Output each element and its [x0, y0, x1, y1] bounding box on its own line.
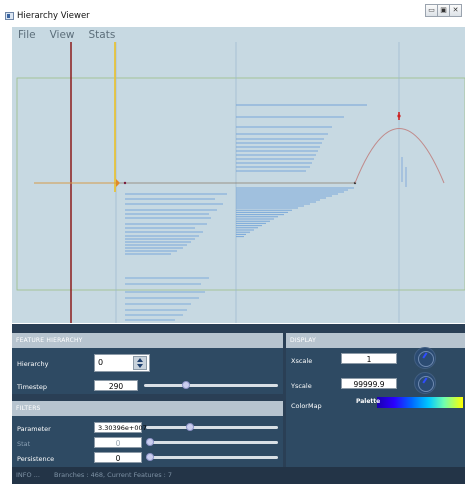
status-info: INFO ...: [16, 471, 40, 479]
parameter-slider-thumb[interactable]: [185, 423, 194, 431]
menu-stats[interactable]: Stats: [89, 29, 116, 41]
stat-label: Stat: [17, 440, 31, 448]
xscale-label: Xscale: [291, 357, 313, 365]
control-panels: FEATURE HIERARCHY Hierarchy 0 Timestep 2…: [12, 324, 465, 467]
status-text: INFO ... Branches : 468, Current Feature…: [16, 471, 184, 479]
spin-buttons[interactable]: [133, 356, 147, 370]
xscale-field[interactable]: 1: [341, 353, 397, 364]
branch-node[interactable]: [123, 181, 127, 185]
window-controls: ▭ ▣ ✕: [425, 4, 465, 18]
filters-panel: FILTERS Parameter 3.30396e+007 Stat 0 Pe…: [12, 401, 283, 467]
hierarchy-value: 0: [98, 358, 104, 367]
dial-needle-icon: [422, 377, 428, 384]
app-icon: [5, 12, 14, 20]
yscale-field[interactable]: 99999.9: [341, 378, 397, 389]
arrow-down-icon[interactable]: [137, 364, 143, 368]
filters-header: FILTERS: [12, 401, 283, 416]
title-bar: Hierarchy Viewer ▭ ▣ ✕: [0, 0, 467, 27]
persistence-slider[interactable]: [146, 453, 278, 461]
plot-frame: [16, 77, 465, 291]
yscale-dial[interactable]: [414, 372, 436, 394]
hierarchy-label: Hierarchy: [17, 360, 49, 368]
arrow-up-icon[interactable]: [137, 358, 143, 362]
feature-hierarchy-header: FEATURE HIERARCHY: [12, 333, 283, 348]
hierarchy-spinbox[interactable]: 0: [94, 354, 150, 372]
close-icon[interactable]: ✕: [449, 4, 462, 17]
display-panel: DISPLAY Xscale 1 Yscale 99999.9 ColorMap…: [286, 333, 465, 467]
timestep-label: Timestep: [17, 383, 47, 391]
stat-field[interactable]: 0: [94, 437, 142, 448]
timestep-slider-thumb[interactable]: [181, 381, 190, 389]
persistence-label: Persistence: [17, 455, 55, 463]
window-title: Hierarchy Viewer: [17, 11, 90, 21]
hierarchy-plot[interactable]: [12, 42, 465, 323]
stat-slider-thumb[interactable]: [146, 438, 154, 446]
branch-root-marker: [116, 179, 120, 187]
colormap-label: ColorMap: [291, 402, 322, 410]
parameter-field[interactable]: 3.30396e+007: [94, 422, 147, 433]
persistence-field[interactable]: 0: [94, 452, 142, 463]
feature-arc: [354, 128, 445, 184]
stat-slider[interactable]: [146, 438, 278, 446]
branch-bars: [125, 104, 367, 321]
palette-label: Palette: [356, 398, 381, 405]
xscale-dial[interactable]: [414, 347, 436, 369]
feature-hierarchy-panel: FEATURE HIERARCHY Hierarchy 0 Timestep 2…: [12, 333, 283, 394]
status-branches: Branches : 468, Current Features : 7: [53, 471, 173, 479]
menu-file[interactable]: File: [18, 29, 36, 41]
parameter-slider[interactable]: [146, 423, 278, 431]
dial-needle-icon: [422, 352, 428, 359]
timestep-slider[interactable]: [144, 381, 278, 389]
colormap-palette[interactable]: [377, 397, 463, 408]
hierarchy-canvas[interactable]: [12, 42, 465, 323]
yscale-label: Yscale: [291, 382, 312, 390]
parameter-label: Parameter: [17, 425, 51, 433]
display-header: DISPLAY: [286, 333, 465, 348]
timestep-field[interactable]: 290: [94, 380, 138, 391]
persistence-slider-thumb[interactable]: [146, 453, 154, 461]
status-bar: INFO ... Branches : 468, Current Feature…: [12, 467, 465, 484]
menu-bar: File View Stats: [12, 27, 465, 42]
menu-view[interactable]: View: [50, 29, 75, 41]
